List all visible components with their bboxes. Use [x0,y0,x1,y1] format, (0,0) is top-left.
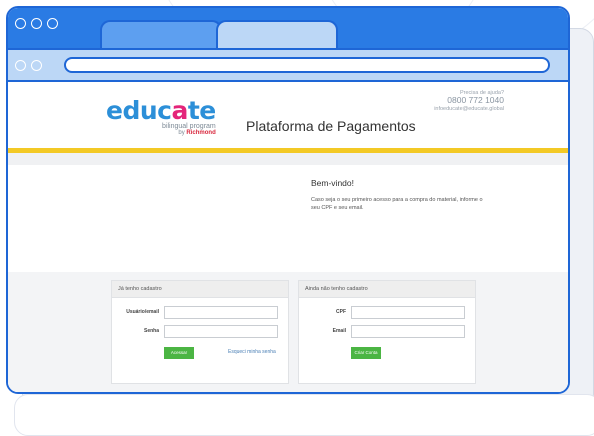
nav-controls [15,60,42,71]
help-contact: Precisa de ajuda? 0800 772 1040 infoeduc… [434,90,504,112]
logo-wordmark: educate [106,96,216,125]
register-panel: Ainda não tenho cadastro CPF Email Criar… [298,280,476,384]
window-controls [15,18,58,29]
email-input[interactable] [351,325,465,338]
browser-titlebar [8,8,568,50]
login-panel-heading: Já tenho cadastro [112,281,288,298]
back-icon[interactable] [15,60,26,71]
register-panel-heading: Ainda não tenho cadastro [299,281,475,298]
header-band [8,153,568,165]
maximize-window-icon[interactable] [47,18,58,29]
browser-tab-active[interactable] [100,20,222,50]
browser-tab[interactable] [216,20,338,50]
url-input[interactable] [64,57,550,73]
login-panel: Já tenho cadastro Usuário/email Senha Ac… [111,280,289,384]
educate-logo[interactable]: educate bilingual program by Richmond [106,96,216,136]
help-email[interactable]: infoeducate@educate.global [434,106,504,112]
close-window-icon[interactable] [15,18,26,29]
password-label: Senha [143,328,159,334]
minimize-window-icon[interactable] [31,18,42,29]
user-label: Usuário/email [126,309,159,315]
cpf-row: CPF [299,306,475,319]
forgot-password-link[interactable]: Esqueci minha senha [228,349,276,355]
user-input[interactable] [164,306,278,319]
password-input[interactable] [164,325,278,338]
browser-window: educate bilingual program by Richmond Pl… [6,6,570,394]
create-account-button[interactable]: Criar Conta [351,347,381,359]
web-page: educate bilingual program by Richmond Pl… [8,82,568,392]
password-row: Senha [112,325,288,338]
help-phone[interactable]: 0800 772 1040 [434,96,504,106]
page-header: educate bilingual program by Richmond Pl… [8,82,568,148]
cpf-label: CPF [336,309,346,315]
address-bar [8,48,568,82]
forward-icon[interactable] [31,60,42,71]
welcome-heading: Bem-vindo! [311,178,354,188]
email-row: Email [299,325,475,338]
email-label: Email [332,328,346,334]
page-title: Plataforma de Pagamentos [246,118,416,134]
welcome-text: Caso seja o seu primeiro acesso para a c… [311,197,483,212]
logo-brand: by Richmond [178,130,216,136]
user-row: Usuário/email [112,306,288,319]
login-button[interactable]: Acessar [164,347,194,359]
cpf-input[interactable] [351,306,465,319]
background-card [14,394,594,436]
welcome-section: Bem-vindo! Caso seja o seu primeiro aces… [311,178,487,213]
